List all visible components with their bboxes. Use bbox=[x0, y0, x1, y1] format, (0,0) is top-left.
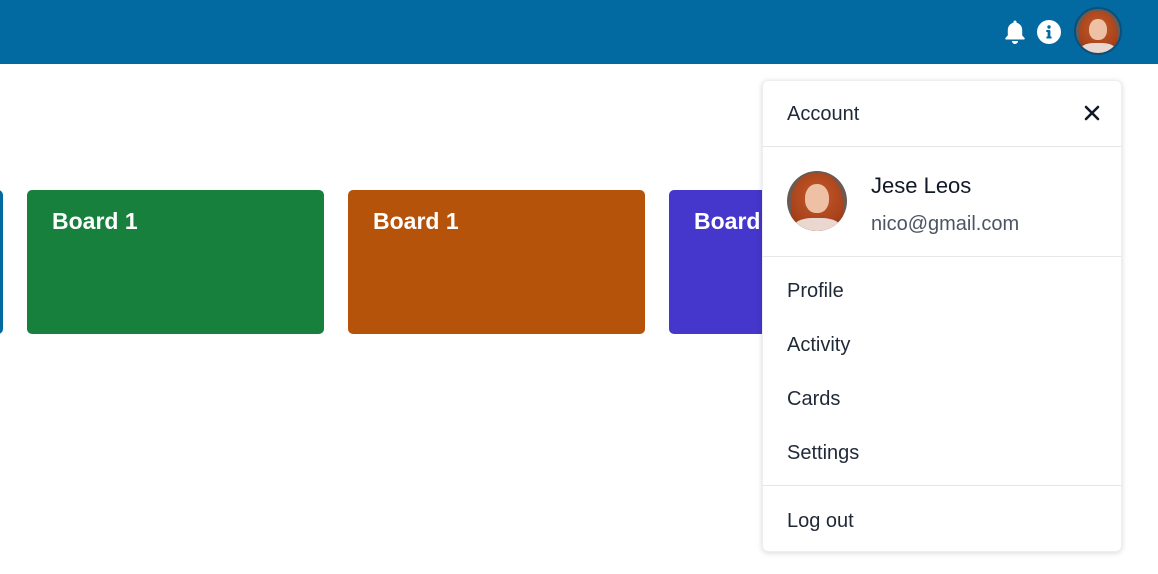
board-card[interactable] bbox=[0, 190, 3, 334]
user-info: Jese Leos nico@gmail.com bbox=[763, 147, 1121, 257]
board-card[interactable]: Board 1 bbox=[27, 190, 324, 334]
account-title: Account bbox=[787, 103, 860, 125]
menu-item-cards[interactable]: Cards bbox=[787, 388, 840, 411]
avatar bbox=[1076, 9, 1120, 53]
top-navbar bbox=[0, 0, 1158, 64]
info-icon[interactable] bbox=[1036, 19, 1062, 45]
user-name: Jese Leos bbox=[871, 173, 972, 198]
close-icon[interactable] bbox=[1081, 102, 1103, 124]
logout-button[interactable]: Log out bbox=[787, 510, 854, 533]
menu-item-activity[interactable]: Activity bbox=[787, 334, 850, 357]
board-card[interactable]: Board 1 bbox=[348, 190, 645, 334]
account-dropdown-header: Account bbox=[763, 81, 1121, 147]
bell-icon[interactable] bbox=[1002, 19, 1028, 45]
menu-item-settings[interactable]: Settings bbox=[787, 442, 859, 465]
account-dropdown: Account Jese Leos nico@gmail.com Profile… bbox=[762, 80, 1122, 552]
board-title: Board 1 bbox=[52, 208, 138, 234]
avatar bbox=[787, 171, 847, 231]
divider bbox=[763, 485, 1121, 486]
user-email: nico@gmail.com bbox=[871, 213, 1020, 235]
board-title: Board 1 bbox=[373, 208, 459, 234]
user-avatar-button[interactable] bbox=[1074, 7, 1122, 55]
menu-item-profile[interactable]: Profile bbox=[787, 280, 844, 303]
